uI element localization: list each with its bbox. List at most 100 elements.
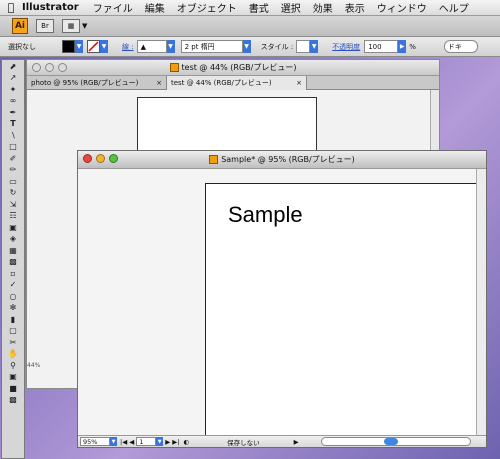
document-setup-label: ドキ bbox=[447, 42, 462, 51]
status-menu-icon[interactable]: ◐ bbox=[183, 438, 189, 446]
vertical-scrollbar[interactable] bbox=[476, 169, 486, 436]
magic-wand-tool-icon[interactable]: ✦ bbox=[3, 84, 23, 95]
document-tabs: photo @ 95% (RGB/プレビュー) × test @ 44% (RG… bbox=[27, 76, 439, 90]
opacity-input[interactable]: 100 bbox=[364, 40, 399, 53]
scale-tool-icon[interactable]: ⇲ bbox=[3, 199, 23, 210]
opacity-link[interactable]: 不透明度 bbox=[332, 42, 360, 52]
warp-tool-icon[interactable]: ☶ bbox=[3, 211, 23, 222]
mesh-tool-icon[interactable]: ▩ bbox=[3, 257, 23, 268]
style-field[interactable] bbox=[296, 40, 311, 53]
previous-artboard-icon[interactable]: ◀ bbox=[129, 438, 134, 446]
ai-logo: Ai bbox=[12, 18, 28, 34]
artboard-text[interactable]: Sample bbox=[228, 202, 303, 228]
menu-view[interactable]: 表示 bbox=[345, 0, 365, 15]
zoom-icon[interactable] bbox=[109, 154, 118, 163]
last-artboard-icon[interactable]: ▶| bbox=[172, 438, 179, 446]
menu-effect[interactable]: 効果 bbox=[313, 0, 333, 15]
screen-mode-icon[interactable]: ▩ bbox=[3, 395, 23, 406]
tab-photo[interactable]: photo @ 95% (RGB/プレビュー) × bbox=[27, 76, 167, 90]
window-titlebar[interactable]: Sample* @ 95% (RGB/プレビュー) bbox=[78, 151, 486, 169]
menu-edit[interactable]: 編集 bbox=[145, 0, 165, 15]
document-icon bbox=[209, 155, 219, 164]
rotate-tool-icon[interactable]: ↻ bbox=[3, 188, 23, 199]
status-arrow-icon[interactable]: ▶ bbox=[294, 438, 299, 446]
save-status: 保存しない bbox=[227, 438, 260, 447]
blend-tool-icon[interactable]: ○ bbox=[3, 291, 23, 302]
next-artboard-icon[interactable]: ▶ bbox=[165, 438, 170, 446]
artboard-number: 1 bbox=[139, 437, 144, 446]
horizontal-scrollbar[interactable] bbox=[321, 437, 471, 446]
scroll-thumb[interactable] bbox=[384, 438, 398, 445]
control-bar: 選択なし ▼ ▼ 線 : ▲ ▼ 2 pt 楕円 ▼ スタイル : ▼ 不透明度… bbox=[0, 37, 500, 57]
direct-selection-tool-icon[interactable]: ↗ bbox=[3, 73, 23, 84]
gradient-tool-icon[interactable]: ▫ bbox=[3, 268, 23, 279]
stroke-weight-stepper[interactable]: ▲ bbox=[136, 40, 167, 53]
artboard-tool-icon[interactable]: ▢ bbox=[3, 326, 23, 337]
menu-app-name[interactable]: Illustrator bbox=[22, 2, 79, 13]
eyedropper-tool-icon[interactable]: ✓ bbox=[3, 280, 23, 291]
stroke-label[interactable]: 線 : bbox=[122, 42, 134, 52]
artboard-number-field[interactable]: 1 bbox=[136, 437, 157, 446]
bridge-button[interactable]: Br bbox=[36, 19, 54, 33]
pen-tool-icon[interactable]: ✒ bbox=[3, 107, 23, 118]
zoom-icon[interactable] bbox=[58, 63, 67, 72]
background-zoom-level[interactable]: 44% bbox=[27, 362, 40, 369]
line-tool-icon[interactable]: ∖ bbox=[3, 130, 23, 141]
artboard-dropdown-icon[interactable]: ▼ bbox=[156, 437, 164, 446]
tab-close-icon[interactable]: × bbox=[156, 79, 162, 87]
lasso-tool-icon[interactable]: ∞ bbox=[3, 96, 23, 107]
window-title: Sample* @ 95% (RGB/プレビュー) bbox=[221, 155, 355, 164]
shape-builder-tool-icon[interactable]: ◈ bbox=[3, 234, 23, 245]
rectangle-tool-icon[interactable]: □ bbox=[3, 142, 23, 153]
document-setup-button[interactable]: ドキ bbox=[443, 40, 478, 53]
apple-menu-icon[interactable]:  bbox=[0, 1, 22, 14]
stroke-profile-dropdown-icon[interactable]: ▼ bbox=[242, 40, 251, 53]
stroke-dropdown-icon[interactable]: ▼ bbox=[100, 40, 108, 53]
tab-close-icon[interactable]: × bbox=[296, 79, 302, 87]
close-icon[interactable] bbox=[32, 63, 41, 72]
paintbrush-tool-icon[interactable]: ✐ bbox=[3, 153, 23, 164]
type-tool-icon[interactable]: T bbox=[3, 119, 23, 130]
selection-tool-icon[interactable]: ⬈ bbox=[3, 61, 23, 72]
tab-test-label: test @ 44% (RGB/プレビュー) bbox=[171, 79, 272, 87]
fill-stroke-icon[interactable]: ▣ bbox=[3, 372, 23, 383]
window-controls bbox=[83, 154, 122, 163]
color-mode-icon[interactable]: ■ bbox=[3, 383, 23, 394]
eraser-tool-icon[interactable]: ▭ bbox=[3, 176, 23, 187]
opacity-dropdown-icon[interactable]: ▶ bbox=[398, 40, 407, 53]
menu-help[interactable]: ヘルプ bbox=[439, 0, 469, 15]
stroke-weight-dropdown-icon[interactable]: ▼ bbox=[166, 40, 175, 53]
column-graph-tool-icon[interactable]: ▮ bbox=[3, 314, 23, 325]
zoom-dropdown-icon[interactable]: ▼ bbox=[110, 437, 117, 446]
perspective-grid-tool-icon[interactable]: ▦ bbox=[3, 245, 23, 256]
menu-window[interactable]: ウィンドウ bbox=[377, 0, 427, 15]
stroke-profile-field[interactable]: 2 pt 楕円 bbox=[180, 40, 243, 53]
chevron-down-icon[interactable]: ▼ bbox=[82, 22, 87, 30]
minimize-icon[interactable] bbox=[45, 63, 54, 72]
application-bar: Ai Br ▦ ▼ bbox=[0, 16, 500, 37]
stroke-swatch[interactable] bbox=[87, 40, 100, 53]
artboard[interactable]: Sample bbox=[205, 183, 477, 436]
slice-tool-icon[interactable]: ✂ bbox=[3, 337, 23, 348]
zoom-field[interactable]: 95% bbox=[80, 437, 110, 446]
fill-swatch[interactable] bbox=[62, 40, 75, 53]
menu-file[interactable]: ファイル bbox=[93, 0, 133, 15]
zoom-tool-icon[interactable]: ⚲ bbox=[3, 360, 23, 371]
minimize-icon[interactable] bbox=[96, 154, 105, 163]
pencil-tool-icon[interactable]: ✏ bbox=[3, 165, 23, 176]
menu-select[interactable]: 選択 bbox=[281, 0, 301, 15]
arrange-documents-icon[interactable]: ▦ bbox=[62, 19, 80, 33]
symbol-sprayer-tool-icon[interactable]: ✻ bbox=[3, 303, 23, 314]
style-dropdown-icon[interactable]: ▼ bbox=[310, 40, 319, 53]
menu-type[interactable]: 書式 bbox=[249, 0, 269, 15]
close-icon[interactable] bbox=[83, 154, 92, 163]
menu-object[interactable]: オブジェクト bbox=[177, 0, 237, 15]
fill-dropdown-icon[interactable]: ▼ bbox=[75, 40, 83, 53]
free-transform-tool-icon[interactable]: ▣ bbox=[3, 222, 23, 233]
background-window-titlebar[interactable]: test @ 44% (RGB/プレビュー) bbox=[27, 60, 439, 76]
first-artboard-icon[interactable]: |◀ bbox=[120, 438, 127, 446]
canvas[interactable]: Sample bbox=[78, 169, 477, 436]
hand-tool-icon[interactable]: ✋ bbox=[3, 349, 23, 360]
tools-panel: ⬈ ↗ ✦ ∞ ✒ T ∖ □ ✐ ✏ ▭ ↻ ⇲ ☶ ▣ ◈ ▦ ▩ ▫ ✓ … bbox=[1, 59, 25, 459]
tab-test[interactable]: test @ 44% (RGB/プレビュー) × bbox=[167, 76, 307, 90]
